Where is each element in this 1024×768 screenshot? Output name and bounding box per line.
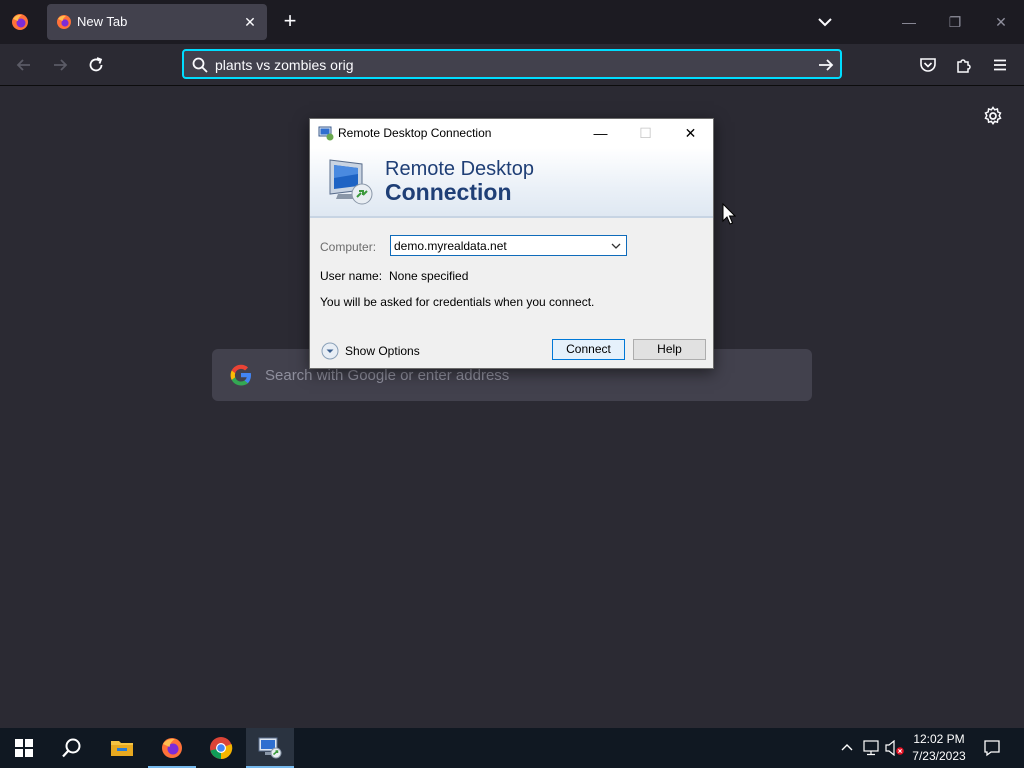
reload-icon[interactable] [83,53,109,77]
remote-desktop-icon[interactable] [246,728,294,768]
address-bar[interactable]: plants vs zombies orig [182,49,842,79]
chevron-down-icon[interactable] [609,239,623,253]
pocket-icon[interactable] [916,53,940,77]
windows-taskbar: 12:02 PM 7/23/2023 [0,728,1024,768]
connect-button[interactable]: Connect [552,339,625,360]
computer-value[interactable]: demo.myrealdata.net [394,239,507,253]
expand-chevron-icon[interactable] [321,342,339,360]
volume-muted-icon[interactable] [885,738,905,758]
search-icon[interactable] [48,728,96,768]
username-value: None specified [389,269,469,283]
computer-combobox[interactable]: demo.myrealdata.net [390,235,627,256]
go-arrow-icon[interactable] [816,55,836,75]
back-arrow-icon[interactable] [11,53,37,77]
remote-desktop-monitor-icon [329,159,373,205]
new-tab-button[interactable]: + [278,10,302,34]
dialog-close-button[interactable]: ✕ [668,119,713,148]
extensions-puzzle-icon[interactable] [952,53,976,77]
show-hidden-icons-chevron-up-icon[interactable] [837,738,857,758]
dialog-maximize-button: ☐ [639,125,652,141]
google-logo-icon [230,364,251,386]
action-center-notification-icon[interactable] [982,738,1002,758]
firefox-view-icon[interactable] [8,10,32,34]
show-options-label[interactable]: Show Options [345,344,420,358]
remote-desktop-icon [318,126,334,141]
tab-close-icon[interactable]: ✕ [241,13,259,31]
forward-arrow-icon[interactable] [47,53,73,77]
dialog-title: Remote Desktop Connection [338,126,492,140]
gear-icon[interactable] [982,105,1004,127]
taskbar-clock[interactable]: 12:02 PM 7/23/2023 [906,731,972,765]
help-button[interactable]: Help [633,339,706,360]
dialog-minimize-button[interactable]: — [578,119,623,148]
window-close-button[interactable]: ✕ [987,10,1015,34]
window-minimize-button[interactable]: — [895,10,923,34]
windows-start-icon[interactable] [0,728,48,768]
computer-label: Computer: [320,240,377,254]
search-placeholder: Search with Google or enter address [265,367,510,384]
username-label: User name: [320,269,383,283]
chrome-icon[interactable] [197,728,245,768]
remote-desktop-connection-dialog: Remote Desktop Connection — ☐ ✕ Remote D… [309,118,714,369]
address-bar-input[interactable]: plants vs zombies orig [215,57,354,73]
clock-date: 7/23/2023 [912,749,966,763]
firefox-icon [57,15,71,29]
dialog-title-bar[interactable]: Remote Desktop Connection — ☐ ✕ [310,119,713,148]
dialog-banner: Remote Desktop Connection [310,148,713,218]
network-icon[interactable] [861,738,881,758]
clock-time: 12:02 PM [913,732,965,746]
tab-new-tab[interactable]: New Tab ✕ [47,4,267,40]
window-restore-button[interactable]: ❐ [941,10,969,34]
banner-title-line1: Remote Desktop [385,158,534,180]
hamburger-menu-icon[interactable] [988,53,1012,77]
browser-navigation-bar: plants vs zombies orig [0,44,1024,86]
credentials-note: You will be asked for credentials when y… [320,295,595,309]
mouse-cursor-icon [722,203,736,225]
search-icon [192,57,208,73]
browser-tab-bar: New Tab ✕ + — ❐ ✕ [0,0,1024,44]
file-explorer-icon[interactable] [98,728,146,768]
firefox-icon[interactable] [148,728,196,768]
banner-title-line2: Connection [385,179,512,205]
tab-title: New Tab [77,14,128,29]
list-all-tabs-chevron-down-icon[interactable] [814,12,836,32]
